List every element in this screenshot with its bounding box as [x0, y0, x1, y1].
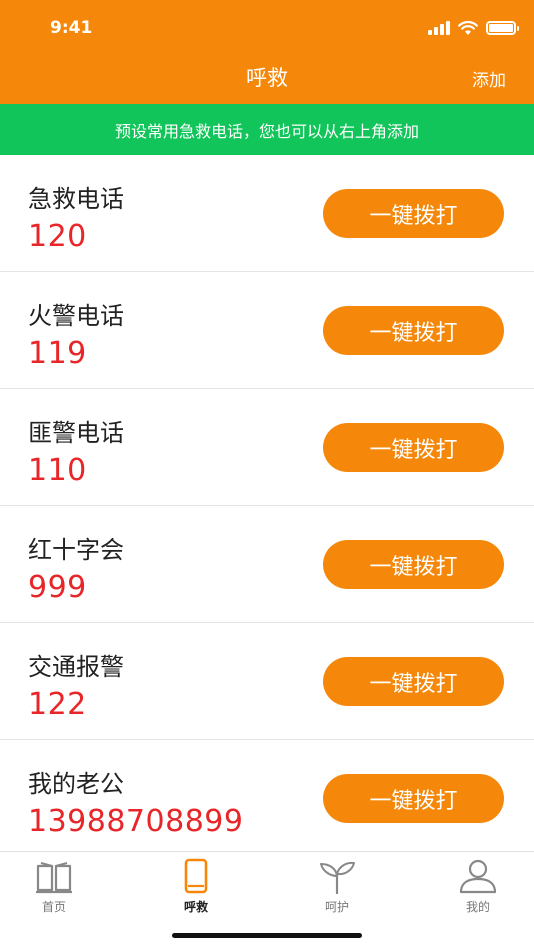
- tab-label: 呼救: [183, 900, 208, 914]
- contact-name: 红十字会: [28, 536, 124, 564]
- page-title: 呼救: [246, 66, 288, 90]
- contact-number: 122: [28, 687, 87, 722]
- status-time: 9:41: [50, 18, 93, 38]
- call-button[interactable]: 一键拨打: [323, 540, 504, 589]
- tab-care[interactable]: 呵护: [297, 858, 377, 920]
- contact-number: 110: [28, 453, 87, 488]
- contact-name: 火警电话: [28, 302, 124, 330]
- contact-list: 急救电话 120 一键拨打 火警电话 119 一键拨打 匪警电话 110 一键拨…: [0, 155, 534, 857]
- call-button[interactable]: 一键拨打: [323, 657, 504, 706]
- contact-row: 我的老公 13988708899 一键拨打: [0, 740, 534, 857]
- add-button[interactable]: 添加: [472, 66, 506, 91]
- contact-name: 交通报警: [28, 653, 124, 681]
- call-button[interactable]: 一键拨打: [323, 189, 504, 238]
- call-button[interactable]: 一键拨打: [323, 306, 504, 355]
- book-icon: [36, 862, 72, 894]
- call-button[interactable]: 一键拨打: [323, 774, 504, 823]
- contact-row: 匪警电话 110 一键拨打: [0, 389, 534, 506]
- phone-icon: [184, 858, 208, 894]
- call-button[interactable]: 一键拨打: [323, 423, 504, 472]
- contact-number: 120: [28, 219, 87, 254]
- user-icon: [459, 859, 497, 894]
- contact-name: 急救电话: [28, 185, 124, 213]
- contact-number: 13988708899: [28, 804, 244, 839]
- tab-home[interactable]: 首页: [14, 858, 94, 920]
- tab-mine[interactable]: 我的: [438, 858, 518, 920]
- contact-number: 119: [28, 336, 87, 371]
- tab-label: 首页: [41, 900, 66, 914]
- contact-number: 999: [28, 570, 87, 605]
- status-icons: [428, 18, 519, 38]
- wifi-icon: [458, 20, 478, 35]
- home-indicator: [172, 933, 362, 938]
- top-bar: 9:41 呼救 添加: [0, 0, 534, 104]
- notice-banner: 预设常用急救电话，您也可以从右上角添加: [0, 104, 534, 155]
- signal-icon: [428, 21, 450, 35]
- tab-label: 呵护: [324, 900, 349, 914]
- tab-label: 我的: [465, 900, 490, 914]
- tab-rescue[interactable]: 呼救: [156, 858, 236, 920]
- contact-row: 红十字会 999 一键拨打: [0, 506, 534, 623]
- sprout-icon: [320, 861, 355, 894]
- battery-icon: [486, 21, 519, 35]
- contact-name: 我的老公: [28, 770, 124, 798]
- contact-name: 匪警电话: [28, 419, 124, 447]
- contact-row: 交通报警 122 一键拨打: [0, 623, 534, 740]
- contact-row: 急救电话 120 一键拨打: [0, 155, 534, 272]
- contact-row: 火警电话 119 一键拨打: [0, 272, 534, 389]
